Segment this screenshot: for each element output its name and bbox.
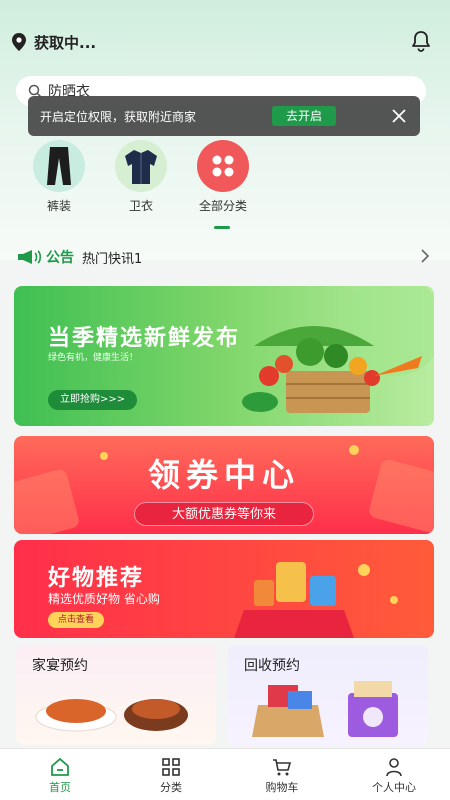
banner-title: 领券中心 [147,456,300,494]
tab-label: 购物车 [265,781,299,794]
fresh-produce-banner[interactable]: 当季精选新鲜发布 绿色有机，健康生活！ 立即抢购>>> [14,286,434,426]
notice-text: 热门快讯1 [82,251,143,267]
hoodie-icon [115,140,167,192]
tab-label: 个人中心 [372,781,416,794]
tab-label: 首页 [49,781,71,794]
category-hoodie[interactable]: 卫衣 [106,140,176,214]
close-icon[interactable] [390,107,408,125]
location-text[interactable]: 获取中... [34,32,96,53]
category-label: 裤装 [46,199,71,213]
family-banquet-card[interactable]: 家宴预约 [16,645,216,745]
grid-icon [197,140,249,192]
megaphone-icon [18,250,42,264]
grid-icon [162,758,180,776]
category-label: 全部分类 [198,199,247,213]
tab-profile[interactable]: 个人中心 [354,757,434,795]
buy-now-button[interactable]: 立即抢购>>> [48,390,138,410]
category-pants[interactable]: 裤装 [24,140,94,214]
bell-icon[interactable] [410,30,432,52]
bottom-tab-bar: 首页 分类 购物车 个人中心 [0,748,450,800]
user-icon [386,758,402,777]
location-permission-toast: 开启定位权限，获取附近商家 去开启 [28,96,420,136]
coupon-center-banner[interactable]: 领券中心 大额优惠券等你来 [14,436,434,534]
recycling-card[interactable]: 回收预约 [228,645,428,745]
notice-title: 公告 [46,250,74,266]
banner-subtitle: 绿色有机，健康生活！ [48,353,139,363]
recycle-box-icon [252,681,398,737]
toast-message: 开启定位权限，获取附近商家 [40,109,197,124]
pants-icon [33,140,85,192]
category-all[interactable]: 全部分类 [188,140,258,214]
banner-title: 当季精选新鲜发布 [48,326,241,351]
view-button[interactable]: 点击查看 [48,612,105,628]
page-indicator [214,226,230,229]
notice-bar[interactable]: 公告 热门快讯1 [16,246,436,268]
banner-subtitle: 大额优惠券等你来 [134,502,314,526]
top-bar: 获取中... [0,22,450,62]
home-icon [51,757,69,776]
cart-icon [273,759,292,776]
category-row: 裤装 卫衣 全部分类 [0,140,450,213]
tab-label: 分类 [160,781,182,794]
recommend-banner[interactable]: 好物推荐 精选优质好物 省心购 点击查看 [14,540,434,638]
food-dish-icon [35,699,188,732]
tab-cart[interactable]: 购物车 [242,757,322,795]
enable-location-button[interactable]: 去开启 [272,106,336,126]
location-pin-icon[interactable] [12,33,26,51]
tab-home[interactable]: 首页 [20,757,100,795]
category-label: 卫衣 [128,199,153,213]
chevron-right-icon[interactable] [420,249,430,263]
tab-category[interactable]: 分类 [131,757,211,795]
banner-title: 好物推荐 [48,566,145,591]
banner-subtitle: 精选优质好物 省心购 [48,592,160,606]
